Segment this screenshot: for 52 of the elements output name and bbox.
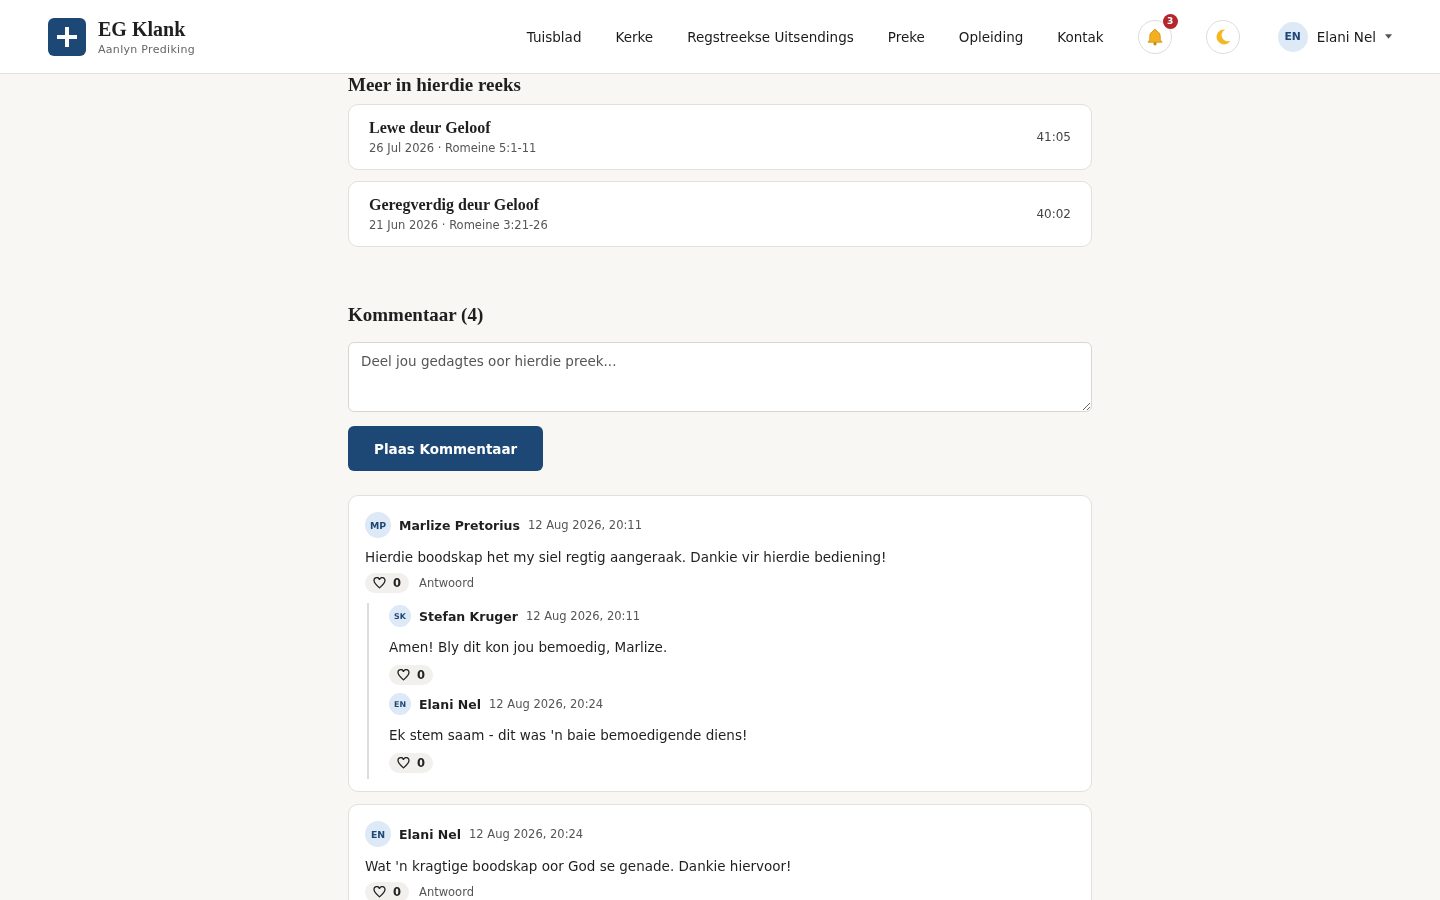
sermon-duration: 40:02 <box>1036 207 1071 221</box>
notifications-button[interactable] <box>1137 19 1172 54</box>
sermon-meta: 21 Jun 2026 · Romeine 3:21-26 <box>369 218 548 232</box>
cross-logo-icon[interactable] <box>48 17 86 56</box>
comment-time: 12 Aug 2026, 20:11 <box>527 518 642 532</box>
sermon-card[interactable]: Lewe deur Geloof 26 Jul 2026 · Romeine 5:1-11 41:05 <box>348 104 1092 170</box>
reply-link[interactable]: Antwoord <box>419 885 474 899</box>
comment-text: Wat 'n kragtige boodskap oor God se genade. Dankie hiervoor! <box>365 858 793 874</box>
nav-link[interactable]: Opleiding <box>958 28 1024 45</box>
comment-time: 12 Aug 2026, 20:11 <box>525 609 641 623</box>
site-subtitle: Aanlyn Prediking <box>98 42 195 56</box>
comment-input-field[interactable]: Deel jou gedagtes oor hierdie preek... <box>348 342 1092 412</box>
notification-badge: 3 <box>1162 13 1178 29</box>
comment-author: Elani Nel <box>419 696 482 712</box>
comment-author: Marlize Pretorius <box>399 517 520 533</box>
heart-icon <box>373 577 386 589</box>
nav-link[interactable]: Preke <box>887 28 925 45</box>
comment-time: 12 Aug 2026, 20:24 <box>469 827 584 841</box>
user-avatar: EN <box>1277 21 1308 52</box>
like-button[interactable]: 0 <box>389 753 433 773</box>
caret-icon <box>1385 34 1392 39</box>
heart-icon <box>397 757 410 769</box>
reply-link[interactable]: Antwoord <box>419 576 474 590</box>
like-button[interactable]: 0 <box>365 573 409 593</box>
user-avatar: EN <box>365 821 391 847</box>
section-heading: Meer in hierdie reeks <box>348 74 522 96</box>
post-comment-button[interactable]: Plaas Kommentaar <box>348 426 544 471</box>
sermon-card[interactable]: Geregverdig deur Geloof 21 Jun 2026 · Romeine 3:21-26 40:02 <box>348 181 1092 247</box>
comments-heading: Kommentaar (4) <box>348 304 485 326</box>
heart-icon <box>373 886 386 898</box>
site-title: EG Klank <box>98 17 187 41</box>
sermon-title: Lewe deur Geloof <box>369 119 492 137</box>
comment-text: Ek stem saam - dit was 'n baie bemoedigende diens! <box>389 727 749 743</box>
sermon-duration: 41:05 <box>1036 130 1071 144</box>
nav-link[interactable]: Tuisblad <box>526 28 582 45</box>
bell-icon <box>1145 27 1164 46</box>
comment-text: Amen! Bly dit kon jou bemoedig, Marlize. <box>389 639 669 655</box>
comment-author: Elani Nel <box>399 826 462 842</box>
comment-author: Stefan Kruger <box>419 608 518 624</box>
like-button[interactable]: 0 <box>389 665 433 685</box>
comment-time: 12 Aug 2026, 20:24 <box>489 697 604 711</box>
theme-toggle-button[interactable] <box>1205 19 1240 54</box>
user-avatar: MP <box>365 512 391 538</box>
nav-link[interactable]: Regstreekse Uitsendings <box>687 28 854 45</box>
nav-link[interactable]: Kontak <box>1057 28 1104 45</box>
sermon-title: Geregverdig deur Geloof <box>369 196 541 214</box>
heart-icon <box>397 669 410 681</box>
user-menu[interactable]: EN Elani Nel <box>1277 21 1392 52</box>
sermon-meta: 26 Jul 2026 · Romeine 5:1-11 <box>369 141 537 155</box>
comment-text: Hierdie boodskap het my siel regtig aangeraak. Dankie vir hierdie bediening! <box>365 549 888 565</box>
nav-link[interactable]: Kerke <box>615 28 654 45</box>
like-button[interactable]: 0 <box>365 882 409 900</box>
